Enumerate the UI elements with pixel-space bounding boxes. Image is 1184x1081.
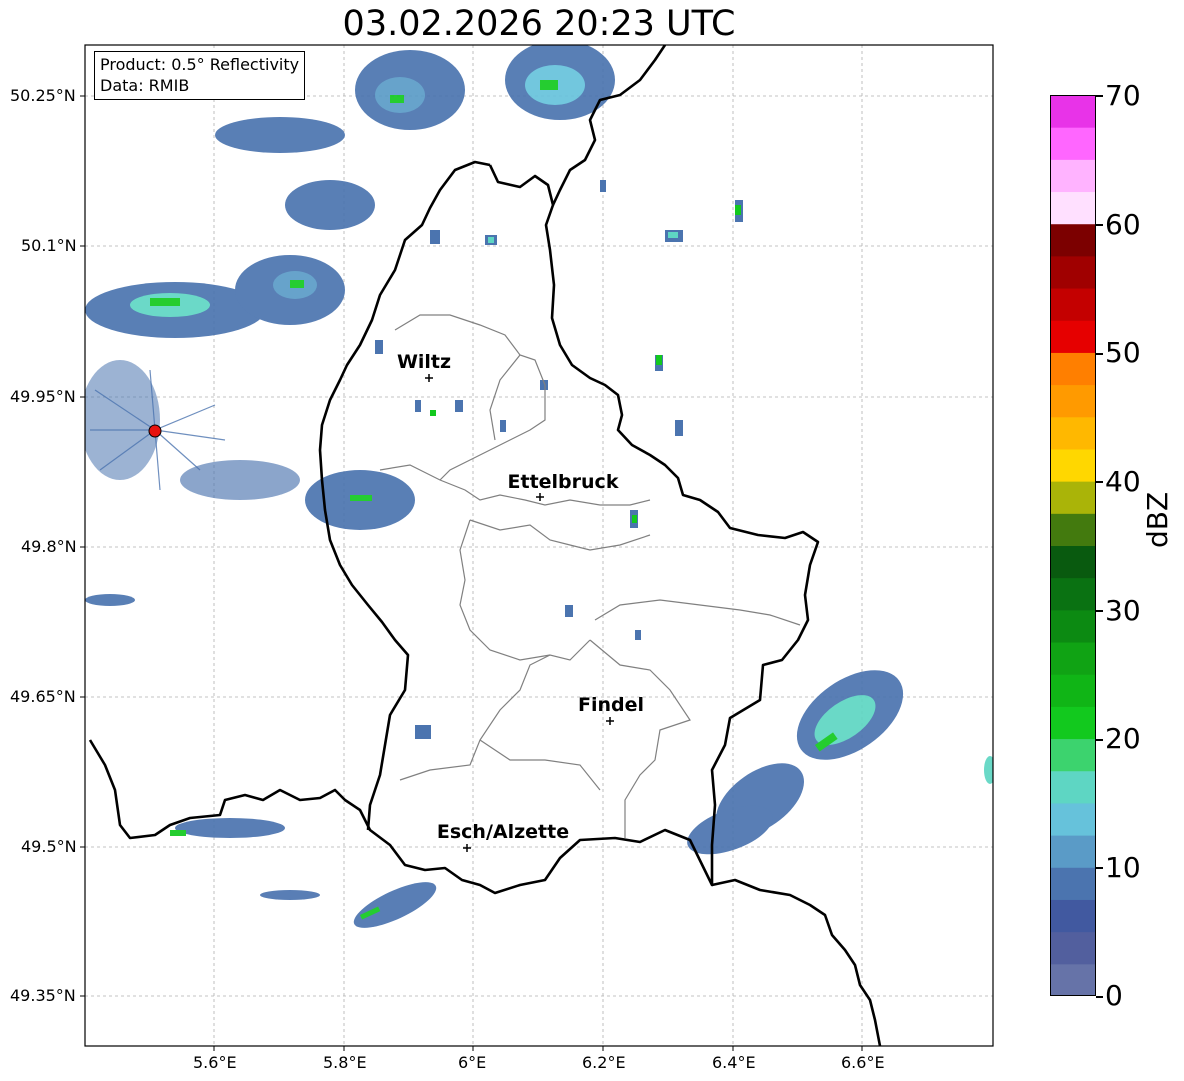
lat-label: 49.65°N: [10, 687, 76, 706]
city-label-wiltz: Wiltz: [397, 351, 451, 373]
lon-label: 5.6°E: [193, 1053, 237, 1072]
colorbar-segment: [1050, 738, 1096, 772]
colorbar-segment: [1050, 963, 1096, 996]
colorbar-segment: [1050, 899, 1096, 933]
product-label: Product: 0.5° Reflectivity: [100, 55, 300, 74]
colorbar-segment: [1050, 127, 1096, 160]
colorbar-segment: [1050, 545, 1096, 579]
lat-label: 49.5°N: [21, 837, 77, 856]
colorbar-segment: [1050, 674, 1096, 707]
colorbar-segment: [1050, 223, 1096, 257]
colorbar-segment: [1050, 191, 1096, 225]
lon-label: 6.6°E: [841, 1053, 885, 1072]
colorbar-tick: 60: [1105, 208, 1141, 241]
lat-label: 49.35°N: [10, 986, 76, 1005]
city-label-ettelbruck: Ettelbruck: [508, 471, 619, 493]
colorbar-segment: [1050, 835, 1096, 868]
colorbar-segment: [1050, 642, 1096, 675]
colorbar-segment: [1050, 513, 1096, 546]
city-label-findel: Findel: [578, 694, 644, 716]
colorbar-segment: [1050, 352, 1096, 386]
data-source-label: Data: RMIB: [100, 76, 190, 95]
lon-label: 6.2°E: [582, 1053, 626, 1072]
colorbar-segment: [1050, 931, 1096, 965]
colorbar-tick: 40: [1105, 465, 1141, 498]
colorbar-tick: 0: [1105, 979, 1123, 1012]
colorbar-segment: [1050, 609, 1096, 643]
colorbar-tick: 70: [1105, 79, 1141, 112]
colorbar-segment: [1050, 867, 1096, 900]
lat-label: 49.95°N: [10, 387, 76, 406]
colorbar-tick: 50: [1105, 336, 1141, 369]
colorbar-tick: 20: [1105, 722, 1141, 755]
colorbar-segment: [1050, 320, 1096, 353]
colorbar: [1050, 95, 1096, 996]
colorbar-segment: [1050, 448, 1096, 482]
colorbar-segment: [1050, 288, 1096, 321]
colorbar-segment: [1050, 159, 1096, 193]
colorbar-segment: [1050, 481, 1096, 514]
product-info-box: Product: 0.5° Reflectivity Data: RMIB: [94, 51, 306, 100]
colorbar-segment: [1050, 416, 1096, 450]
colorbar-tick: 30: [1105, 594, 1141, 627]
lon-label: 5.8°E: [323, 1053, 367, 1072]
city-label-esch-alzette: Esch/Alzette: [437, 821, 569, 843]
lat-label: 50.25°N: [10, 86, 76, 105]
radar-map: Wiltz Ettelbruck Findel Esch/Alzette: [80, 44, 994, 1051]
radar-site-marker: [148, 424, 162, 438]
colorbar-segment: [1050, 577, 1096, 611]
colorbar-segment: [1050, 384, 1096, 418]
colorbar-segment: [1050, 770, 1096, 804]
colorbar-tick: 10: [1105, 851, 1141, 884]
colorbar-label: dBZ: [1141, 491, 1174, 548]
lon-label: 6°E: [458, 1053, 487, 1072]
colorbar-segment: [1050, 95, 1096, 128]
colorbar-segment: [1050, 706, 1096, 740]
lon-label: 6.4°E: [712, 1053, 756, 1072]
colorbar-segment: [1050, 255, 1096, 289]
lat-label: 50.1°N: [21, 236, 77, 255]
lat-label: 49.8°N: [21, 537, 77, 556]
colorbar-segment: [1050, 802, 1096, 836]
